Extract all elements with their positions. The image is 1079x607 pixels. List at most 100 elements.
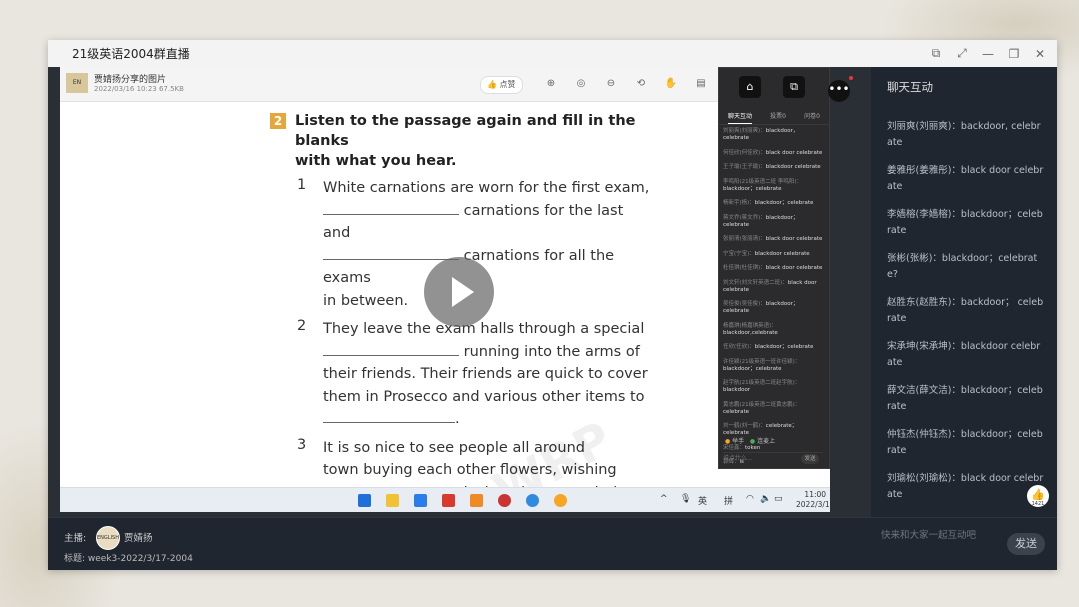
lang-indicator[interactable]: 英 (698, 494, 707, 507)
mini-message-text: black door celebrate (765, 149, 823, 156)
like-button[interactable]: 👍 点赞 (480, 76, 523, 94)
file-explorer-icon[interactable] (386, 494, 399, 507)
fullscreen-icon[interactable]: ⤢ (951, 46, 973, 61)
play-button[interactable] (424, 257, 494, 327)
item-text: running into the arms of (459, 343, 640, 360)
heading-line: Listen to the passage again and fill in … (295, 113, 636, 149)
tray-chevron-icon[interactable]: ^ (660, 494, 668, 504)
mini-message-list[interactable]: 刘丽爽(刘丽爽)：blackdoor，celebrate 何佳欣(何佳欣)：bla… (723, 128, 823, 474)
file-meta: 2022/03/16 10:23 67.5KB (94, 85, 184, 93)
store-icon[interactable] (414, 494, 427, 507)
mini-sender-name: 蒋文乔(蒋文乔)： (723, 214, 766, 221)
ime-indicator[interactable]: 拼 (724, 494, 733, 507)
item-line: White carnations are worn for the first … (323, 177, 650, 200)
mini-chat-message: 赵宇航(21级英语二班赵宇航)：blackdoor (723, 380, 823, 394)
clock-time: 11:00 (804, 490, 827, 499)
chat-message: 薛文洁(薛文洁)：blackdoor；celebrate (887, 383, 1045, 414)
host-label: 主播: (64, 533, 87, 544)
mini-tab-chat[interactable]: 聊天互动 (728, 110, 753, 124)
mini-message-text: celebrate (723, 408, 749, 415)
mini-message-text: black door celebrate (765, 236, 823, 242)
mini-message-text: blackdoor；celebrate (723, 185, 782, 192)
mini-message-text: blackdoor,celebrate (723, 329, 778, 336)
media-icon[interactable] (498, 494, 511, 507)
mini-sender-name: 许佳颖(21级英语一班许佳颖)： (723, 358, 801, 365)
mini-input-placeholder: 说点什么... (723, 455, 753, 462)
mini-message-text: blackdoor；celebrate (754, 200, 814, 206)
mini-message-text: token (745, 444, 761, 451)
host-avatar[interactable]: ENGLISH (96, 526, 120, 550)
clock[interactable]: 11:00 2022/3/17 (796, 490, 830, 510)
hide-panel-icon[interactable]: ⌂ (739, 76, 761, 98)
zoom-out-icon[interactable]: ⊖ (604, 77, 618, 91)
mini-chat-message: 吴佳俊(吴佳俊)：blackdoor；celebrate (723, 301, 823, 315)
mini-message-text: blackdoor (723, 387, 751, 393)
hand-icon[interactable]: ✋ (664, 77, 678, 91)
item-text: their friends. Their friends are quick t… (323, 366, 648, 382)
raise-hand-label[interactable]: 举手 (732, 438, 744, 445)
mic-link-label[interactable]: 连麦上 (757, 438, 775, 445)
mini-chat-message: 杨嘉琪(杨嘉琪英语)：blackdoor,celebrate (723, 323, 823, 337)
mini-chat-message: 任欣(任欣)：blackdoor；celebrate (723, 344, 823, 351)
mini-chat-message: 张丽清(张丽清)：black door celebrate (723, 236, 823, 243)
zoom-in-icon[interactable]: ⊕ (544, 77, 558, 91)
sender-name: 刘瑜松(刘瑜松)： (887, 473, 961, 484)
host-info-bar: 主播: ENGLISH 贾婧扬 标题: week3-2022/3/17-2004 (48, 517, 871, 570)
wps-icon[interactable] (442, 494, 455, 507)
answer-blank (323, 245, 459, 260)
mini-chat-message: 宁宝(宁宝)：blackdoor celebrate (723, 251, 823, 258)
rotate-icon[interactable]: ⟲ (634, 77, 648, 91)
mini-chat-input[interactable]: 说点什么... 发送 (723, 452, 823, 465)
chat-message-list[interactable]: 刘丽爽(刘丽爽)：backdoor, celebrate 姜雅彤(姜雅彤)：bla… (887, 119, 1045, 515)
like-label: 点赞 (499, 80, 516, 89)
answer-blank (323, 341, 459, 356)
restore-icon[interactable]: ❐ (1003, 47, 1025, 61)
mini-tab-survey[interactable]: 问卷0 (804, 110, 820, 124)
mini-chat-message: 杨新宇(杨)：blackdoor；celebrate (723, 200, 823, 207)
volume-icon[interactable]: 🔈 (760, 494, 771, 504)
mini-chat-message: 杜佳琪(杜佳琪)：black door celebrate (723, 265, 823, 272)
mini-chat-message: 王子瑜(王子瑜)：blackdoor celebrate (723, 164, 823, 171)
mini-send-button[interactable]: 发送 (801, 454, 819, 464)
mini-panel-buttons: ⌂ ⧉ (719, 76, 829, 104)
chat-message: 李嫱榕(李嫱榕)：blackdoor；celebrate (887, 207, 1045, 238)
browser-icon[interactable] (526, 494, 539, 507)
question-number: 2 (270, 113, 286, 129)
minimize-icon[interactable]: — (977, 47, 999, 61)
mini-tab-vote[interactable]: 投票0 (770, 110, 786, 124)
more-options-icon[interactable]: ••• (828, 80, 850, 102)
mini-sender-name: 黄志鹏(21级英语二班黄志鹏)： (723, 401, 801, 408)
pin-icon[interactable]: ⧉ (925, 46, 947, 61)
mini-chat-message: 刘一鹤(刘一鹤)：celebrate；celebrate (723, 423, 823, 437)
chat-message: 刘丽爽(刘丽爽)：backdoor, celebrate (887, 119, 1045, 150)
sender-name: 刘丽爽(刘丽爽)： (887, 121, 961, 132)
item-text: . (455, 411, 460, 427)
host-name: 贾婧扬 (124, 533, 153, 544)
close-icon[interactable]: ✕ (1029, 47, 1051, 61)
mini-sender-name: 杨嘉琪(杨嘉琪英语)： (723, 322, 777, 329)
notification-dot (849, 76, 853, 80)
mini-sender-name: 宁宝(宁宝)： (723, 250, 755, 257)
mic-icon[interactable]: 🎙 (680, 494, 691, 504)
send-button[interactable]: 发送 (1007, 533, 1045, 555)
sender-name: 姜雅彤(姜雅彤)： (887, 165, 961, 176)
wifi-icon[interactable]: ◠ (746, 494, 754, 504)
item-line: their friends. Their friends are quick t… (323, 363, 648, 386)
mini-chat-message: 蒋文乔(蒋文乔)：blackdoor；celebrate (723, 215, 823, 229)
chat-input-placeholder: 快来和大家一起互动吧 (881, 530, 977, 541)
print-icon[interactable]: ▤ (694, 77, 708, 91)
chat-input-area[interactable]: 快来和大家一起互动吧 发送 (871, 517, 1057, 570)
start-icon[interactable] (358, 494, 371, 507)
battery-icon[interactable]: ▭ (774, 494, 783, 504)
popout-icon[interactable]: ⧉ (783, 76, 805, 98)
mini-sender-name: 宋佳鑫： (723, 444, 746, 451)
actual-size-icon[interactable]: ◎ (574, 77, 588, 91)
title-bar: 21级英语2004群直播 ⧉ ⤢ — ❐ ✕ (48, 40, 1057, 67)
answer-blank (323, 408, 455, 423)
app-icon[interactable] (470, 494, 483, 507)
mini-chat-message: 刘丽爽(刘丽爽)：blackdoor，celebrate (723, 128, 823, 142)
item-text: White carnations are worn for the first … (323, 180, 650, 196)
mini-sender-name: 吴佳俊(吴佳俊)： (723, 301, 766, 307)
live-app-icon[interactable] (554, 494, 567, 507)
sender-name: 薛文洁(薛文洁)： (887, 385, 961, 396)
